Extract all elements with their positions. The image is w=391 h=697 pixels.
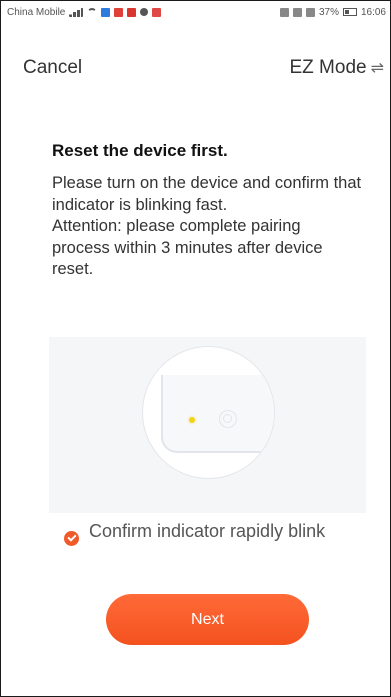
instructions: Please turn on the device and confirm th… — [52, 173, 362, 281]
attention-text: Attention: please complete pairing proce… — [52, 217, 323, 278]
next-button[interactable]: Next — [106, 594, 309, 645]
device-image — [161, 375, 274, 453]
nfc-icon — [279, 7, 289, 17]
carrier-name: China Mobile — [7, 6, 66, 18]
battery-icon — [342, 8, 357, 16]
mail-notification-icon — [152, 7, 162, 17]
status-right: 37% 16:06 — [279, 6, 386, 18]
phone-frame: China Mobile 37% 16:06 Cancel EZ Mode ⇌ … — [0, 0, 391, 697]
status-bar: China Mobile 37% 16:06 — [1, 1, 390, 23]
switch-mode-icon: ⇌ — [370, 60, 384, 77]
status-time: 16:06 — [360, 6, 386, 18]
page-title: Reset the device first. — [52, 141, 228, 160]
mode-label: EZ Mode — [289, 57, 367, 78]
confirm-label: Confirm indicator rapidly blink — [89, 521, 326, 541]
instruction-text: Please turn on the device and confirm th… — [52, 174, 362, 214]
cancel-button[interactable]: Cancel — [23, 57, 82, 79]
device-illustration — [49, 337, 366, 513]
app-notification-icon — [127, 7, 137, 17]
ez-mode-switch[interactable]: EZ Mode ⇌ — [290, 57, 385, 79]
app-notification-icon — [114, 7, 124, 17]
alarm-icon — [305, 7, 315, 17]
nav-header: Cancel EZ Mode ⇌ — [1, 51, 390, 87]
vibrate-icon — [292, 7, 302, 17]
battery-percent: 37% — [318, 6, 339, 18]
signal-icon — [69, 7, 84, 17]
checkmark-icon[interactable] — [64, 531, 79, 546]
confirm-indicator-checkbox[interactable]: Confirm indicator rapidly blink — [64, 519, 349, 546]
wifi-icon — [87, 8, 98, 16]
illustration-circle — [142, 346, 275, 479]
blinking-indicator-icon — [189, 417, 195, 423]
power-button-icon — [219, 410, 237, 428]
status-left: China Mobile — [7, 6, 162, 18]
app-notification-icon — [101, 7, 111, 17]
chat-notification-icon — [140, 8, 149, 16]
